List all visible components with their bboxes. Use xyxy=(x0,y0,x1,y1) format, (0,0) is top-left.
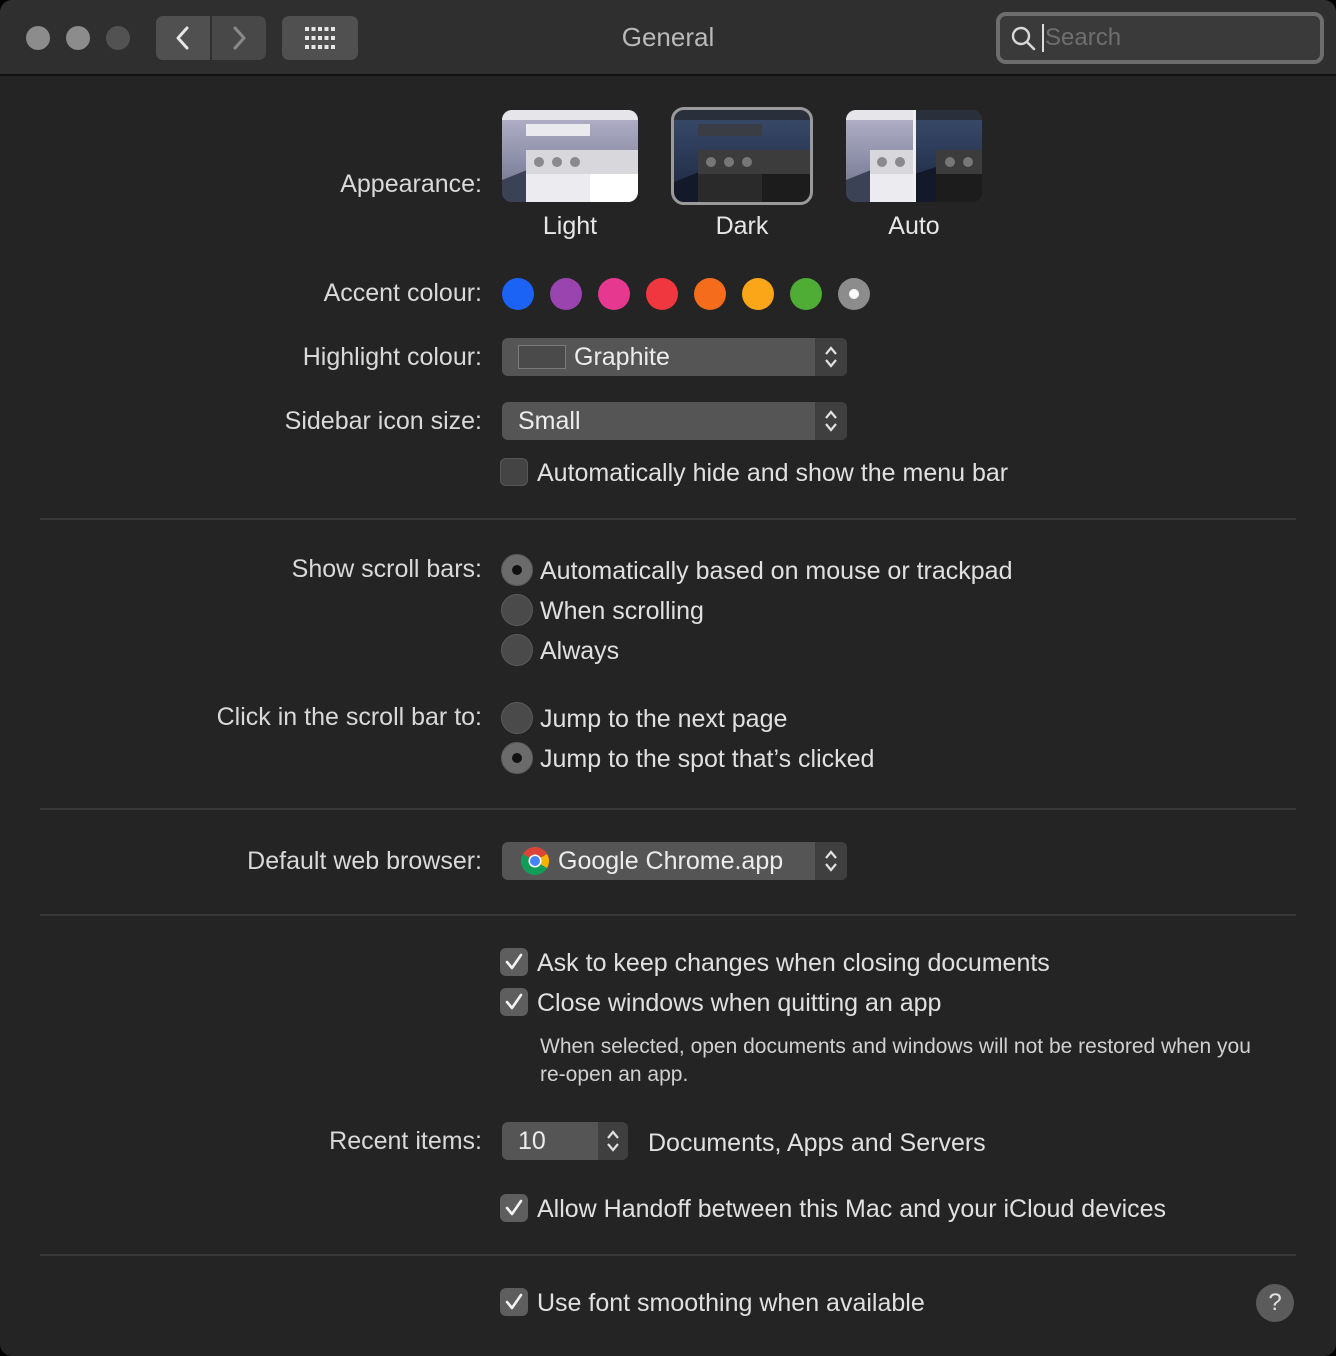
close-windows-checkbox[interactable] xyxy=(500,988,528,1016)
sidebar-icon-size-label: Sidebar icon size: xyxy=(284,407,482,435)
scroll-bars-when-scrolling-label: When scrolling xyxy=(540,597,704,625)
font-smoothing-label: Use font smoothing when available xyxy=(537,1289,925,1317)
jump-next-page-label: Jump to the next page xyxy=(540,705,788,733)
sidebar-icon-size-value: Small xyxy=(518,406,581,435)
close-windows-note: When selected, open documents and window… xyxy=(540,1035,1251,1086)
ask-keep-changes-label: Ask to keep changes when closing documen… xyxy=(537,949,1050,977)
recent-items-label: Recent items: xyxy=(329,1127,482,1155)
accent-colour-swatch[interactable] xyxy=(694,278,726,310)
scroll-bars-auto-label: Automatically based on mouse or trackpad xyxy=(540,557,1013,585)
popup-arrows xyxy=(815,402,847,440)
highlight-colour-value: Graphite xyxy=(574,342,670,371)
sidebar-icon-size-popup[interactable]: Small xyxy=(502,402,847,440)
light-appearance-thumbnail xyxy=(502,110,638,202)
graphite-swatch xyxy=(518,345,566,369)
chrome-icon xyxy=(521,847,549,875)
up-down-chevron-icon xyxy=(825,346,837,368)
default-browser-label: Default web browser: xyxy=(247,847,482,875)
font-smoothing-checkbox[interactable] xyxy=(500,1288,528,1316)
accent-colour-label: Accent colour: xyxy=(323,279,482,307)
click-scroll-bar-label: Click in the scroll bar to: xyxy=(216,703,482,731)
accent-colour-swatch[interactable] xyxy=(646,278,678,310)
jump-to-spot-label: Jump to the spot that’s clicked xyxy=(540,745,875,773)
handoff-label: Allow Handoff between this Mac and your … xyxy=(537,1195,1167,1223)
accent-colour-swatch[interactable] xyxy=(502,278,534,310)
scroll-bars-always-radio[interactable] xyxy=(501,634,533,666)
appearance-label: Appearance: xyxy=(340,170,482,198)
divider xyxy=(40,808,1296,810)
appearance-light-option[interactable] xyxy=(502,110,638,202)
scroll-bars-auto-radio[interactable] xyxy=(501,554,533,586)
recent-items-stepper[interactable] xyxy=(598,1122,628,1160)
up-down-chevron-icon xyxy=(825,410,837,432)
accent-colour-swatch[interactable] xyxy=(838,278,870,310)
handoff-checkbox[interactable] xyxy=(500,1194,528,1222)
title-bar: General Search xyxy=(0,0,1336,76)
checkmark-icon xyxy=(505,1293,523,1310)
recent-items-field[interactable]: 10 xyxy=(502,1122,598,1160)
highlight-colour-label: Highlight colour: xyxy=(302,343,482,371)
jump-to-spot-radio[interactable] xyxy=(501,742,533,774)
appearance-auto-option[interactable] xyxy=(846,110,982,202)
appearance-auto-label: Auto xyxy=(888,212,940,240)
search-input[interactable]: Search xyxy=(996,12,1324,64)
checkmark-icon xyxy=(505,993,523,1010)
scroll-bars-always-label: Always xyxy=(540,637,620,665)
menu-bar-label: Automatically hide and show the menu bar xyxy=(537,459,1009,487)
scroll-bars-when-scrolling-radio[interactable] xyxy=(501,594,533,626)
highlight-colour-popup[interactable]: Graphite xyxy=(502,338,847,376)
accent-colour-swatch[interactable] xyxy=(790,278,822,310)
show-scroll-bars-label: Show scroll bars: xyxy=(291,555,482,583)
dark-appearance-thumbnail xyxy=(674,110,810,202)
default-browser-popup[interactable]: Google Chrome.app xyxy=(502,842,847,880)
help-button[interactable]: ? xyxy=(1256,1284,1294,1322)
auto-appearance-thumbnail xyxy=(846,110,982,202)
accent-colour-swatch[interactable] xyxy=(598,278,630,310)
divider xyxy=(40,1254,1296,1256)
search-icon xyxy=(1011,26,1036,51)
default-browser-value: Google Chrome.app xyxy=(558,846,784,875)
divider xyxy=(40,914,1296,916)
up-down-chevron-icon xyxy=(607,1130,619,1152)
checkmark-icon xyxy=(505,953,523,970)
close-windows-label: Close windows when quitting an app xyxy=(537,989,942,1017)
jump-next-page-radio[interactable] xyxy=(501,702,533,734)
recent-items-value: 10 xyxy=(518,1126,546,1155)
appearance-dark-label: Dark xyxy=(715,212,769,240)
appearance-light-label: Light xyxy=(542,212,598,240)
menu-bar-checkbox[interactable] xyxy=(500,458,528,486)
popup-arrows xyxy=(815,842,847,880)
accent-colour-swatch[interactable] xyxy=(550,278,582,310)
checkmark-icon xyxy=(505,1199,523,1216)
ask-keep-changes-checkbox[interactable] xyxy=(500,948,528,976)
recent-items-suffix: Documents, Apps and Servers xyxy=(648,1129,986,1157)
up-down-chevron-icon xyxy=(825,850,837,872)
appearance-dark-option[interactable] xyxy=(671,107,813,205)
search-placeholder: Search xyxy=(1042,24,1121,52)
general-preferences-window: General Search Appearance: Light Dark Au… xyxy=(0,0,1336,1356)
divider xyxy=(40,518,1296,520)
accent-colour-swatch[interactable] xyxy=(742,278,774,310)
popup-arrows xyxy=(815,338,847,376)
